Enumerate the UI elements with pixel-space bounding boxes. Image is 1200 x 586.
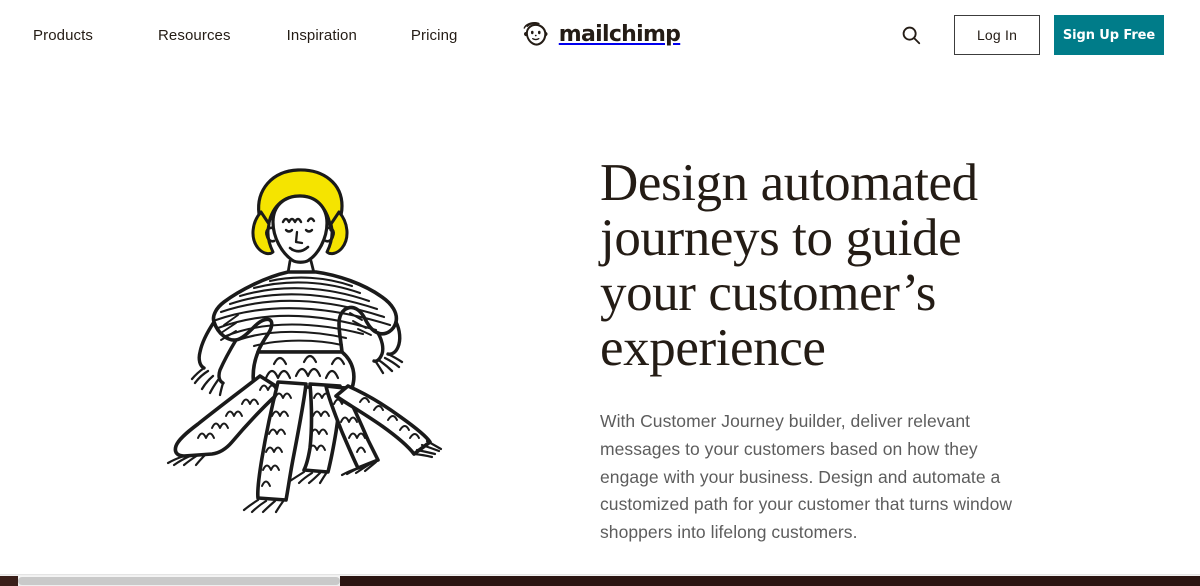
hero-section: Design automated journeys to guide your … [0,70,1200,586]
header-actions: Log In Sign Up Free [896,15,1164,55]
mailchimp-logo[interactable]: mailchimp [520,19,681,51]
nav-item-pricing[interactable]: Pricing [411,21,458,50]
multi-limbed-figure-illustration [166,168,443,514]
horizontal-scrollbar[interactable] [0,574,1200,586]
hero-illustration-container [0,88,600,520]
search-icon [902,26,921,45]
nav-item-inspiration[interactable]: Inspiration [287,21,357,50]
nav-item-resources[interactable]: Resources [158,21,231,50]
login-button[interactable]: Log In [954,15,1040,55]
scrollbar-edge-right [340,576,1200,586]
signup-free-button[interactable]: Sign Up Free [1054,15,1164,55]
nav-item-products[interactable]: Products [33,21,93,50]
page-root: Products Resources Inspiration Pricing m… [0,0,1200,586]
page-title: Design automated journeys to guide your … [600,154,978,378]
hero-copy: Design automated journeys to guide your … [600,88,1200,586]
hero-description: With Customer Journey builder, deliver r… [600,411,1013,542]
scrollbar-edge-left [0,576,18,586]
freddie-chimp-face-icon [523,22,548,46]
logo-wordmark: mailchimp [558,22,681,47]
site-header: Products Resources Inspiration Pricing m… [0,0,1200,70]
search-button[interactable] [896,20,926,50]
primary-navigation: Products Resources Inspiration Pricing [33,21,457,50]
scrollbar-thumb[interactable] [18,577,340,585]
